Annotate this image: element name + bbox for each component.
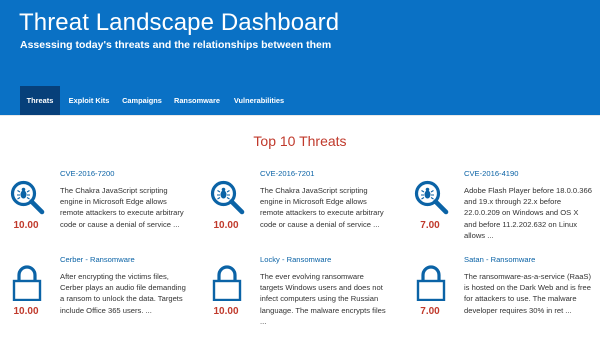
nav-divider [0, 115, 600, 116]
tab-threats[interactable]: Threats [20, 86, 60, 115]
padlock-icon [12, 265, 42, 301]
magnifier-bug-icon [210, 180, 245, 215]
threat-description: The Chakra JavaScript scripting engine i… [260, 186, 384, 229]
threat-card[interactable]: 10.00 CVE-2016-7200 The Chakra JavaScrip… [2, 169, 192, 259]
page-title: Threat Landscape Dashboard [19, 9, 340, 36]
tab-ransomware[interactable]: Ransomware [170, 86, 224, 115]
threat-title-link[interactable]: CVE-2016-7200 [60, 169, 114, 178]
threat-card[interactable]: 10.00 CVE-2016-7201 The Chakra JavaScrip… [202, 169, 392, 259]
section-title: Top 10 Threats [253, 133, 347, 149]
threat-score: 7.00 [420, 306, 440, 317]
threat-title-link[interactable]: CVE-2016-4190 [464, 169, 518, 178]
threat-score: 10.00 [213, 220, 239, 231]
threat-description: The ever evolving ransomware targets Win… [260, 272, 386, 326]
threat-score: 10.00 [213, 306, 239, 317]
threat-score: 10.00 [13, 306, 39, 317]
threat-card[interactable]: 7.00 CVE-2016-4190 Adobe Flash Player be… [406, 169, 596, 259]
padlock-icon [416, 265, 446, 301]
threat-title-link[interactable]: CVE-2016-7201 [260, 169, 314, 178]
magnifier-bug-icon [10, 180, 45, 215]
tab-exploit-kits[interactable]: Exploit Kits [63, 86, 115, 115]
padlock-icon [212, 265, 242, 301]
threat-title-link[interactable]: Cerber - Ransomware [60, 255, 135, 264]
header-banner: Threat Landscape Dashboard Assessing tod… [0, 0, 600, 86]
page-subtitle: Assessing today's threats and the relati… [20, 39, 332, 51]
tab-campaigns[interactable]: Campaigns [118, 86, 166, 115]
threat-title-link[interactable]: Satan - Ransomware [464, 255, 535, 264]
threat-card[interactable]: 10.00 Cerber - Ransomware After encrypti… [2, 255, 192, 345]
threat-card[interactable]: 7.00 Satan - Ransomware The ransomware-a… [406, 255, 596, 345]
magnifier-bug-icon [414, 180, 449, 215]
threat-card[interactable]: 10.00 Locky - Ransomware The ever evolvi… [202, 255, 392, 345]
threat-description: The ransomware-as-a-service (RaaS) is ho… [464, 272, 592, 315]
threat-description: The Chakra JavaScript scripting engine i… [60, 186, 184, 229]
threat-description: Adobe Flash Player before 18.0.0.366 and… [464, 186, 592, 240]
tab-vulnerabilities[interactable]: Vulnerabilities [227, 86, 291, 115]
threat-score: 10.00 [13, 220, 39, 231]
nav-bar: Threats Exploit Kits Campaigns Ransomwar… [0, 86, 600, 115]
threat-description: After encrypting the victims files, Cerb… [60, 272, 186, 315]
threat-score: 7.00 [420, 220, 440, 231]
threat-title-link[interactable]: Locky - Ransomware [260, 255, 331, 264]
